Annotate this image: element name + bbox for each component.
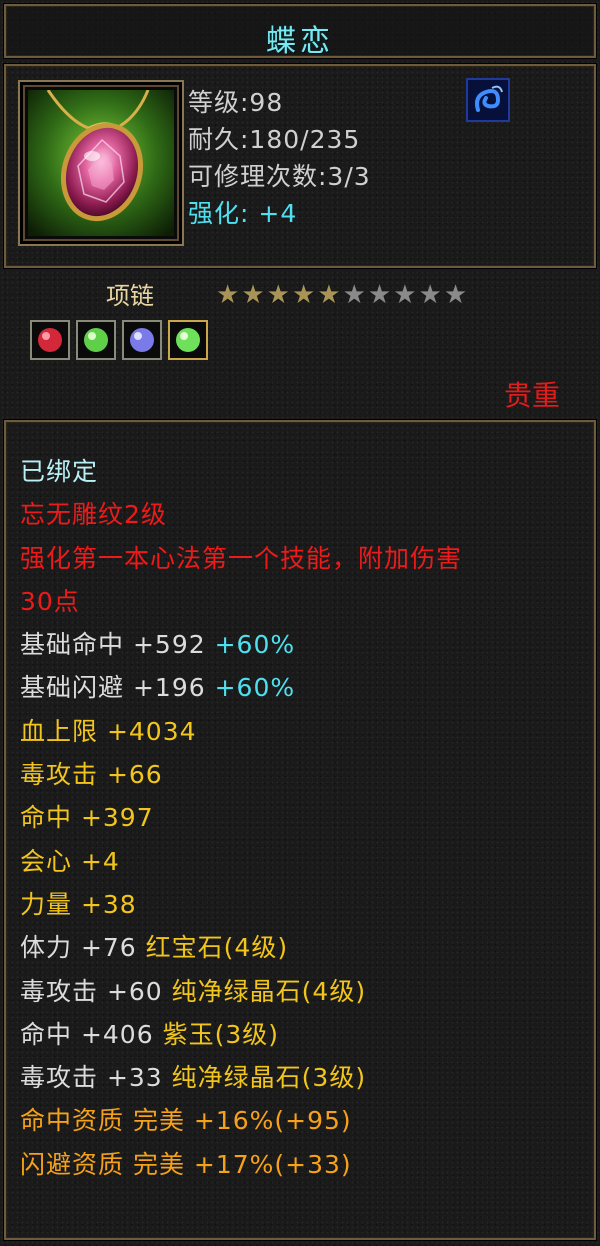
attr-line: 力量 +38	[20, 889, 137, 919]
base-attr-label: 基础闪避	[20, 673, 125, 703]
bound-status: 已绑定	[20, 457, 99, 486]
durability-text: 耐久:180/235	[188, 125, 361, 154]
gem-slot[interactable]	[76, 320, 116, 360]
engrave-desc: 强化第一本心法第一个技能，附加伤害	[20, 543, 463, 573]
quality-line: 闪避资质 完美 +17%(+33)	[20, 1149, 352, 1179]
star-filled-icon: ★	[216, 280, 240, 310]
gem-attr-name: 红宝石(4级)	[145, 933, 289, 963]
star-filled-icon: ★	[266, 280, 290, 310]
item-icon-frame[interactable]	[18, 80, 184, 246]
item-stats: 等级:98 耐久:180/235 可修理次数:3/3 强化: +4	[188, 84, 371, 232]
attr-line: 会心 +4	[20, 846, 120, 876]
base-attr-value: +196	[132, 673, 206, 703]
repair-count-text: 可修理次数:3/3	[188, 162, 371, 191]
base-attr-value: +592	[132, 630, 206, 660]
engrave-name: 忘无雕纹2级	[20, 500, 167, 530]
base-attr-label: 基础命中	[20, 630, 125, 660]
green-gem-icon	[84, 328, 108, 352]
gem-slot[interactable]	[122, 320, 162, 360]
gem-attr-stat: 体力 +76	[20, 933, 137, 963]
attr-line: 血上限 +4034	[20, 716, 197, 746]
green-gem-icon	[176, 328, 200, 352]
title-bar: 蝶恋	[4, 4, 596, 59]
gem-attr-name: 纯净绿晶石(3级)	[171, 1063, 367, 1093]
star-rating: ★ ★ ★ ★ ★ ★ ★ ★ ★ ★	[216, 282, 467, 308]
level-text: 等级:98	[188, 88, 284, 117]
enhance-label: 强化:	[188, 199, 250, 228]
item-tooltip: 蝶恋 等级:98 耐久:180/235 可修理次数:3/3 强化: +4 项链 …	[0, 0, 600, 1246]
purple-gem-icon	[130, 328, 154, 352]
enhance-line: 强化: +4	[188, 195, 371, 232]
gem-attr-line: 命中 +406 紫玉(3级)	[20, 1013, 584, 1056]
base-attr-bonus: +60%	[214, 630, 296, 660]
base-attr-line: 基础闪避 +196 +60%	[20, 666, 584, 709]
star-empty-icon: ★	[443, 280, 468, 310]
gem-attr-line: 毒攻击 +33 纯净绿晶石(3级)	[20, 1056, 584, 1099]
gem-attr-stat: 命中 +406	[20, 1019, 154, 1049]
pink-gem-necklace-icon	[28, 90, 174, 236]
star-empty-icon: ★	[418, 280, 442, 310]
enhance-value: +4	[258, 199, 298, 228]
item-type: 项链	[106, 282, 154, 310]
blue-swirl-rune-icon[interactable]	[466, 78, 510, 122]
gem-attr-name: 紫玉(3级)	[162, 1019, 279, 1049]
gem-slot[interactable]	[30, 320, 70, 360]
rarity-label: 贵重	[503, 379, 560, 412]
star-empty-icon: ★	[393, 280, 417, 310]
gem-attr-stat: 毒攻击 +33	[20, 1063, 163, 1093]
gem-attr-stat: 毒攻击 +60	[20, 976, 163, 1006]
gem-attr-line: 体力 +76 红宝石(4级)	[20, 926, 584, 969]
gem-slot[interactable]	[168, 320, 208, 360]
star-empty-icon: ★	[367, 280, 392, 310]
quality-line: 命中资质 完美 +16%(+95)	[20, 1106, 352, 1136]
star-empty-icon: ★	[342, 280, 366, 310]
base-attr-line: 基础命中 +592 +60%	[20, 623, 584, 666]
engrave-desc-cont: 30点	[20, 586, 80, 616]
base-attr-bonus: +60%	[214, 673, 296, 703]
item-title: 蝶恋	[266, 24, 334, 59]
red-gem-icon	[38, 328, 62, 352]
gem-slots	[30, 320, 208, 360]
star-filled-icon: ★	[317, 280, 341, 310]
attr-line: 毒攻击 +66	[20, 760, 163, 790]
gem-attr-name: 纯净绿晶石(4级)	[171, 976, 367, 1006]
star-filled-icon: ★	[291, 280, 316, 310]
gem-attr-line: 毒攻击 +60 纯净绿晶石(4级)	[20, 970, 584, 1013]
star-filled-icon: ★	[241, 280, 265, 310]
attribute-list: 已绑定 忘无雕纹2级 强化第一本心法第一个技能，附加伤害 30点 基础命中 +5…	[20, 450, 584, 1186]
attr-line: 命中 +397	[20, 803, 154, 833]
item-header-panel: 等级:98 耐久:180/235 可修理次数:3/3 强化: +4	[4, 64, 596, 268]
